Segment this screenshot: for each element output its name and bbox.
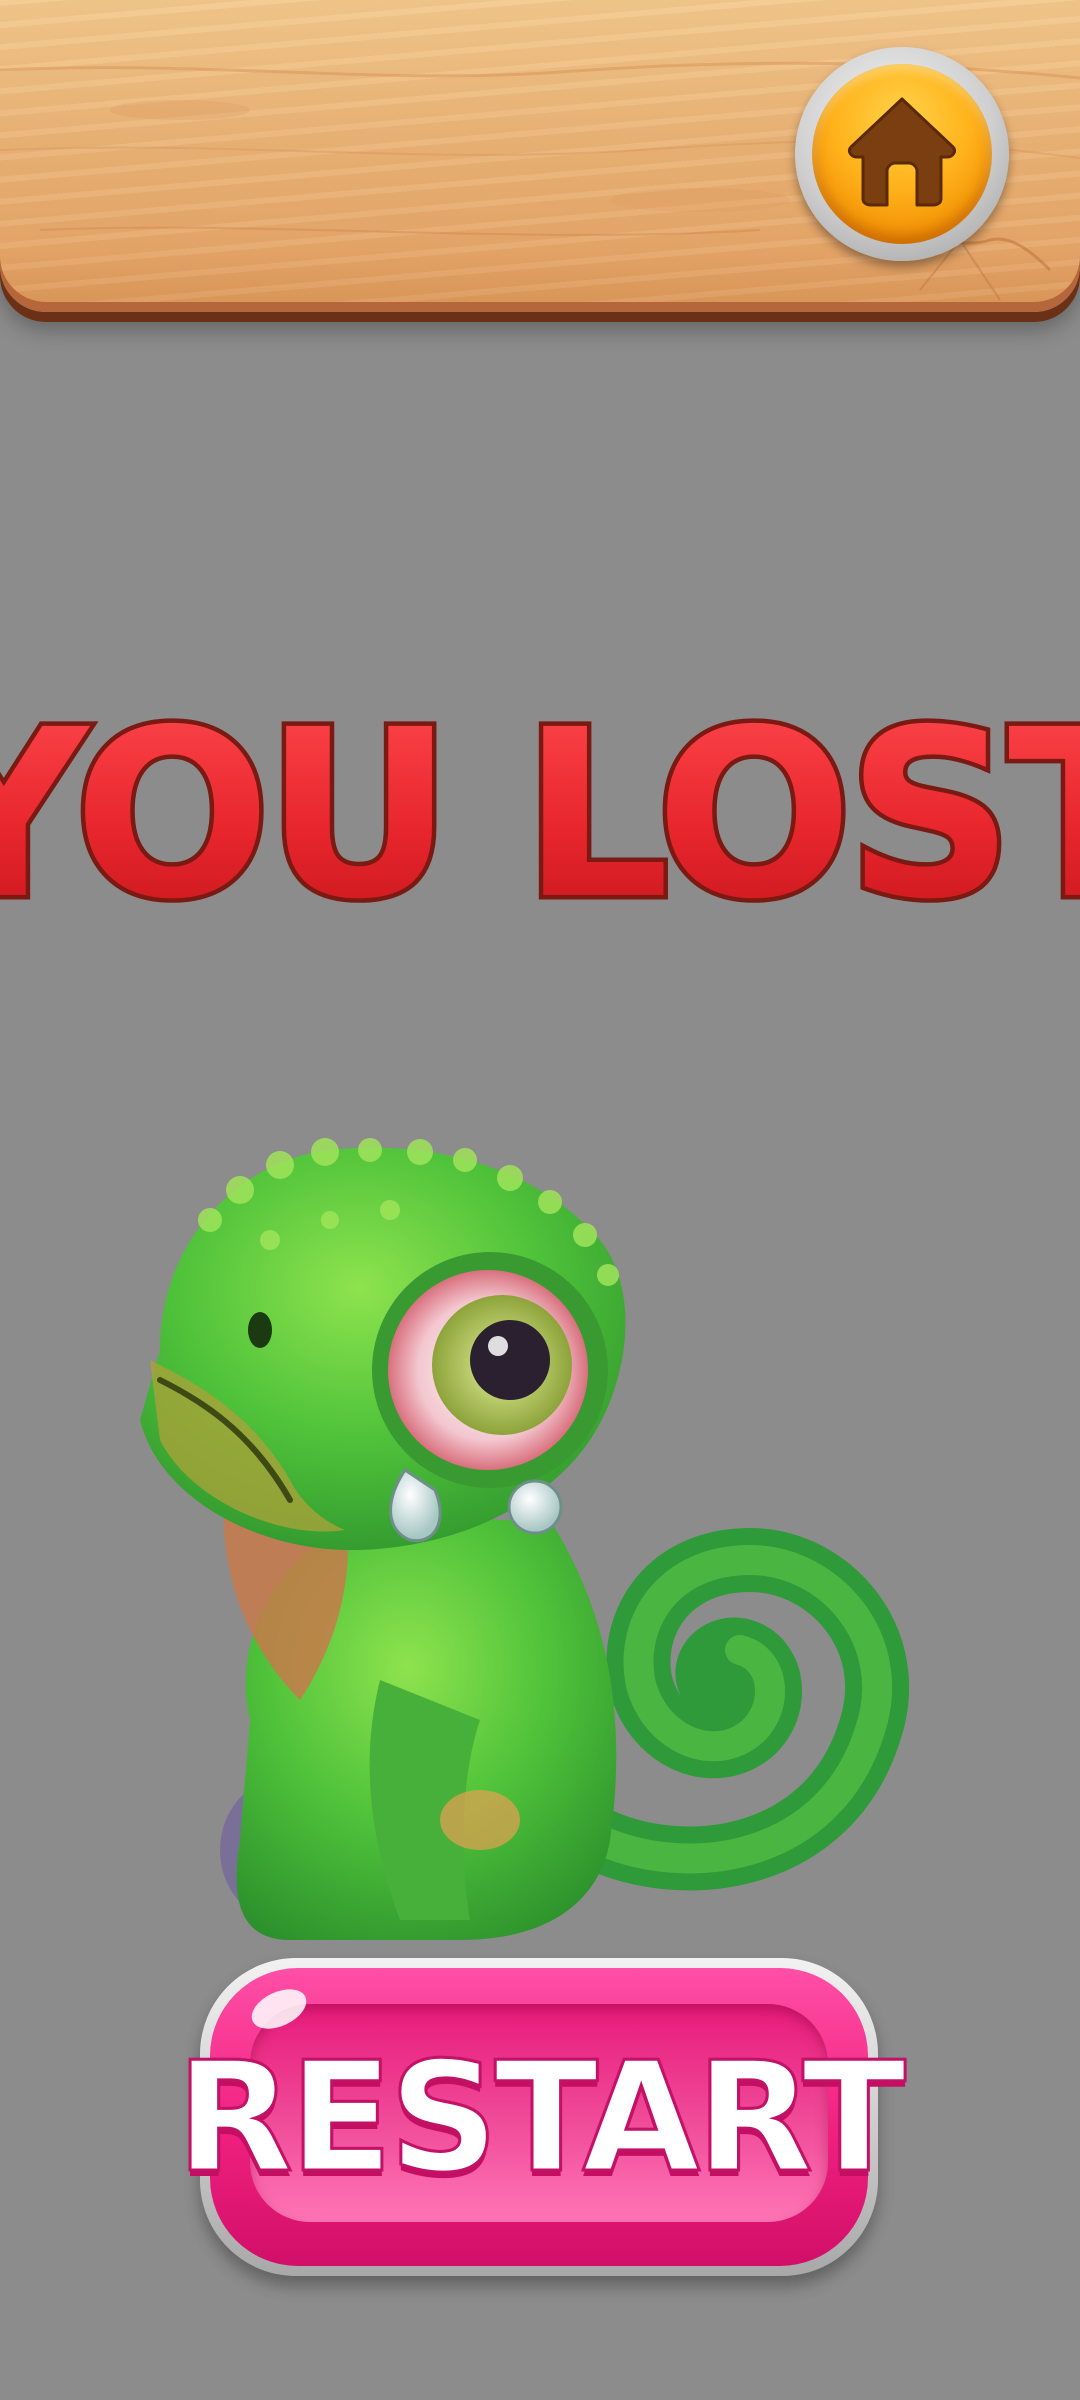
restart-button[interactable]: RESTART bbox=[175, 1958, 908, 2276]
chameleon-eye bbox=[372, 1252, 608, 1488]
restart-button-label: RESTART bbox=[175, 2027, 908, 2207]
chameleon-tail bbox=[568, 1527, 910, 1891]
home-button[interactable] bbox=[795, 47, 1009, 261]
home-icon bbox=[847, 97, 957, 207]
wooden-header-board bbox=[0, 0, 1080, 312]
result-title-text: YOU LOST bbox=[0, 680, 1080, 950]
tear-drop-small bbox=[507, 1479, 563, 1535]
chameleon-nostril bbox=[248, 1312, 272, 1348]
game-over-screen: YOU LOST bbox=[0, 0, 1080, 2400]
result-title: YOU LOST bbox=[0, 676, 1080, 951]
sad-chameleon-illustration bbox=[140, 1138, 910, 1940]
